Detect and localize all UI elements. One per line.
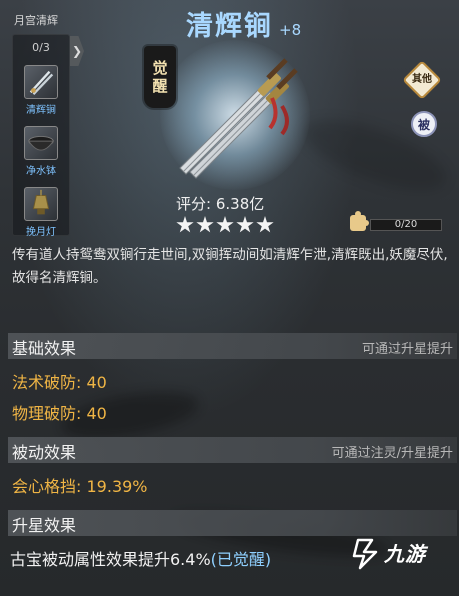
item-title: 清辉锏 +8 (186, 4, 301, 43)
watermark-text: 九游 (384, 542, 426, 566)
awakened-seal: 觉 醒 (144, 46, 176, 108)
score-label: 评分: (176, 195, 212, 213)
item-name: 清辉锏 (186, 11, 273, 42)
awakened-status: (已觉醒) (210, 550, 272, 569)
score-value: 6.38亿 (215, 195, 265, 213)
passive-badge-label: 被 (417, 117, 430, 132)
base-effect-title: 基础效果 (12, 339, 77, 358)
twin-mace-icon (24, 65, 58, 99)
watermark: 九游 (352, 536, 452, 572)
seal-char: 醒 (152, 77, 168, 95)
star-effect-desc: 古宝被动属性效果提升6.4% (10, 550, 211, 569)
twin-mace-icon (179, 58, 298, 179)
watermark-logo-icon (352, 538, 378, 570)
passive-badge-button[interactable]: 被 (411, 111, 437, 137)
set-title: 月宫清辉 (14, 14, 58, 27)
star-icon (176, 216, 194, 233)
stat-label: 物理破防: (12, 404, 82, 423)
score: 评分: 6.38亿 (176, 193, 264, 214)
chevron-right-icon: ❯ (71, 44, 83, 58)
item-description: 传有道人持鸳鸯双锏行走世间,双锏挥动间如清辉乍泄,清辉既出,妖魔尽伏,故得名清辉… (12, 247, 448, 286)
stat-value: 19.39% (86, 477, 148, 496)
set-item-qinghuijian[interactable]: 清辉锏 (13, 65, 69, 116)
base-effect-header: 基础效果 可通过升星提升 (8, 333, 457, 359)
set-item-label: 净水钵 (26, 166, 56, 177)
passive-effect-title: 被动效果 (12, 443, 77, 462)
set-count: 0/3 (32, 41, 50, 54)
stat-crit-block: 会心格挡: 19.39% (12, 473, 148, 497)
passive-effect-header: 被动效果 可通过注灵/升星提升 (8, 437, 457, 463)
stat-spell-pierce: 法术破防: 40 (12, 369, 107, 393)
set-item-label: 挽月灯 (26, 227, 56, 238)
set-item-label: 清辉锏 (26, 105, 56, 116)
lamp-icon (24, 187, 58, 221)
star-icon (236, 216, 254, 233)
stat-value: 40 (86, 404, 107, 423)
stat-label: 会心格挡: (12, 477, 82, 496)
item-artwork (160, 40, 310, 190)
star-effect-title: 升星效果 (12, 516, 77, 535)
star-icon (256, 216, 274, 233)
set-list: 0/3 清辉锏 净水钵 挽月灯 (12, 34, 70, 238)
puzzle-piece-icon (350, 211, 369, 231)
other-badge-label: 其他 (412, 74, 432, 85)
star-icon (216, 216, 234, 233)
stat-value: 40 (86, 373, 107, 392)
set-item-wanyuedeng[interactable]: 挽月灯 (13, 187, 69, 238)
base-effect-hint: 可通过升星提升 (361, 342, 453, 357)
seal-char: 觉 (152, 59, 168, 77)
expand-arrow-button[interactable]: ❯ (70, 36, 84, 66)
set-item-jingshuibo[interactable]: 净水钵 (13, 126, 69, 177)
other-badge-button[interactable]: 其他 (402, 60, 442, 100)
stat-physical-pierce: 物理破防: 40 (12, 400, 107, 424)
star-effect-header: 升星效果 (8, 510, 457, 536)
star-rating (176, 216, 276, 238)
star-effect-text: 古宝被动属性效果提升6.4%(已觉醒) (10, 546, 271, 570)
star-icon (196, 216, 214, 233)
set-panel: 月宫清辉 0/3 清辉锏 净水钵 挽月灯 ❯ (8, 6, 84, 238)
item-level: +8 (279, 21, 302, 39)
fragment-progress: 0/20 (370, 219, 442, 231)
passive-effect-hint: 可通过注灵/升星提升 (331, 446, 453, 461)
stat-label: 法术破防: (12, 373, 82, 392)
bowl-icon (24, 126, 58, 160)
fragment-progress-text: 0/20 (394, 219, 418, 230)
